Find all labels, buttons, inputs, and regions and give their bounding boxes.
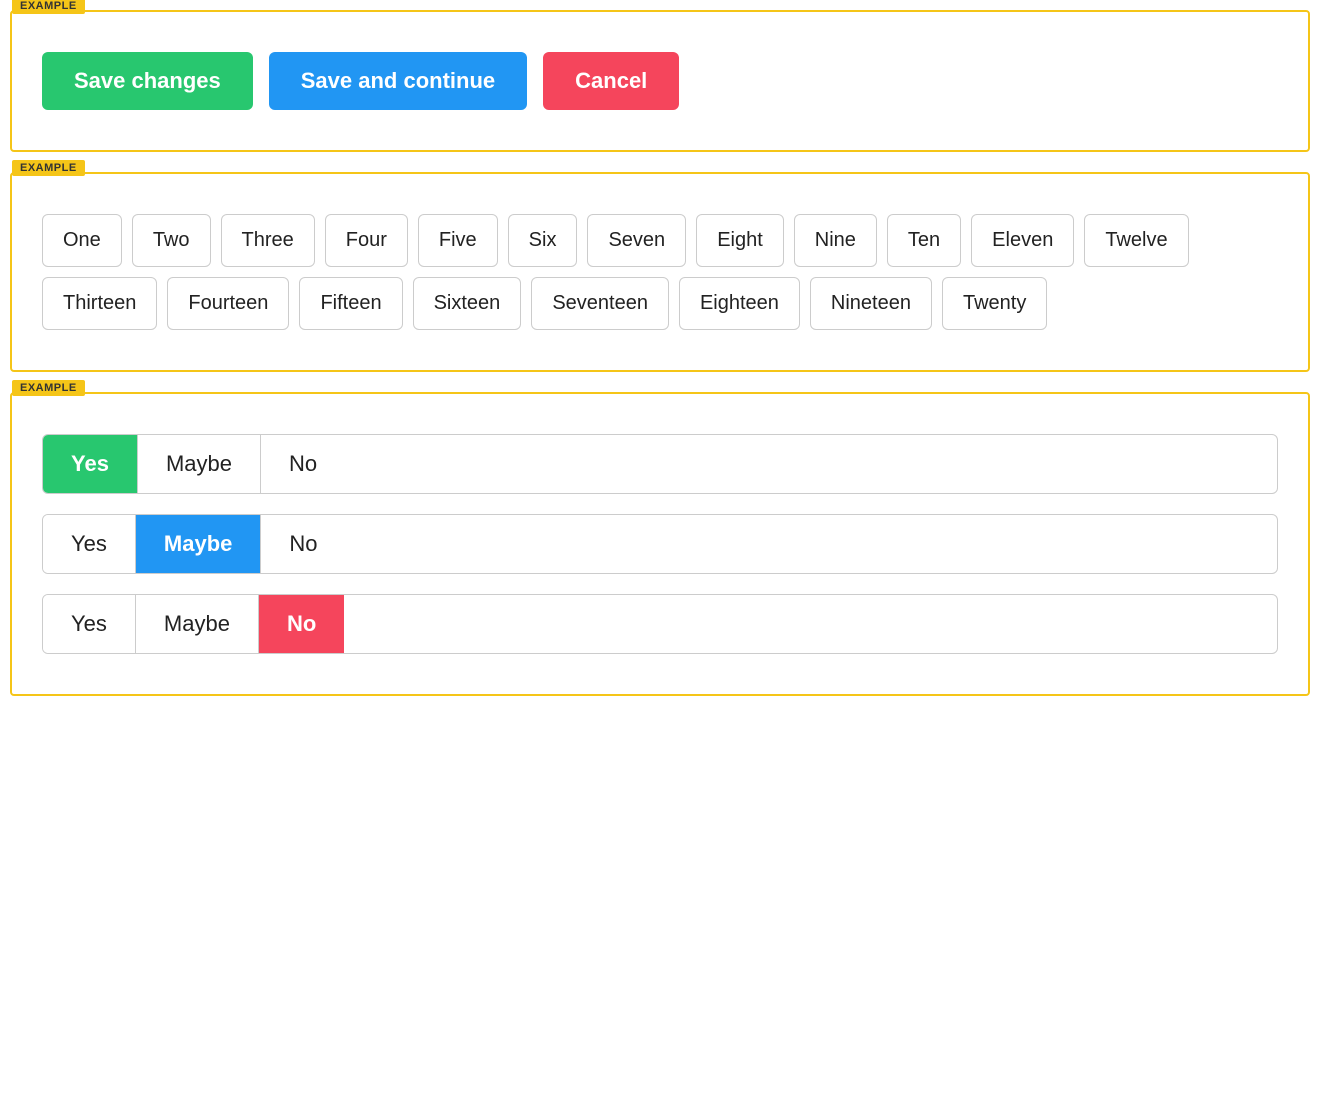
tag-fourteen[interactable]: Fourteen [167, 277, 289, 330]
section-1: EXAMPLE Save changes Save and continue C… [10, 10, 1310, 152]
cancel-button[interactable]: Cancel [543, 52, 679, 110]
toggle-group1-yes[interactable]: Yes [43, 435, 138, 493]
tag-one[interactable]: One [42, 214, 122, 267]
section-2: EXAMPLE One Two Three Four Five Six Seve… [10, 172, 1310, 372]
tag-nineteen[interactable]: Nineteen [810, 277, 932, 330]
tag-nine[interactable]: Nine [794, 214, 877, 267]
toggle-group-1: Yes Maybe No [42, 434, 1278, 494]
tag-eleven[interactable]: Eleven [971, 214, 1074, 267]
tag-two[interactable]: Two [132, 214, 211, 267]
tag-twenty[interactable]: Twenty [942, 277, 1047, 330]
save-continue-button[interactable]: Save and continue [269, 52, 527, 110]
toggle-group3-maybe[interactable]: Maybe [136, 595, 259, 653]
tag-eight[interactable]: Eight [696, 214, 784, 267]
toggle-group2-yes[interactable]: Yes [43, 515, 136, 573]
tag-four[interactable]: Four [325, 214, 408, 267]
tag-eighteen[interactable]: Eighteen [679, 277, 800, 330]
example-label-2: EXAMPLE [12, 160, 85, 176]
toggle-group1-maybe[interactable]: Maybe [138, 435, 261, 493]
toggle-group3-no[interactable]: No [259, 595, 344, 653]
tag-seven[interactable]: Seven [587, 214, 686, 267]
tag-ten[interactable]: Ten [887, 214, 961, 267]
toggle-group3-yes[interactable]: Yes [43, 595, 136, 653]
toggle-group-3: Yes Maybe No [42, 594, 1278, 654]
example-label-3: EXAMPLE [12, 380, 85, 396]
toggle-group2-no[interactable]: No [261, 515, 345, 573]
tag-twelve[interactable]: Twelve [1084, 214, 1188, 267]
save-changes-button[interactable]: Save changes [42, 52, 253, 110]
toggle-groups: Yes Maybe No Yes Maybe No Yes Maybe No [42, 424, 1278, 664]
tag-five[interactable]: Five [418, 214, 498, 267]
tag-six[interactable]: Six [508, 214, 578, 267]
tag-fifteen[interactable]: Fifteen [299, 277, 402, 330]
buttons-row: Save changes Save and continue Cancel [42, 42, 1278, 120]
section-3: EXAMPLE Yes Maybe No Yes Maybe No Yes Ma… [10, 392, 1310, 696]
tags-container: One Two Three Four Five Six Seven Eight … [42, 204, 1278, 340]
tag-sixteen[interactable]: Sixteen [413, 277, 522, 330]
tag-three[interactable]: Three [221, 214, 315, 267]
tag-seventeen[interactable]: Seventeen [531, 277, 669, 330]
toggle-group2-maybe[interactable]: Maybe [136, 515, 261, 573]
tag-thirteen[interactable]: Thirteen [42, 277, 157, 330]
toggle-group1-no[interactable]: No [261, 435, 345, 493]
toggle-group-2: Yes Maybe No [42, 514, 1278, 574]
example-label-1: EXAMPLE [12, 0, 85, 14]
